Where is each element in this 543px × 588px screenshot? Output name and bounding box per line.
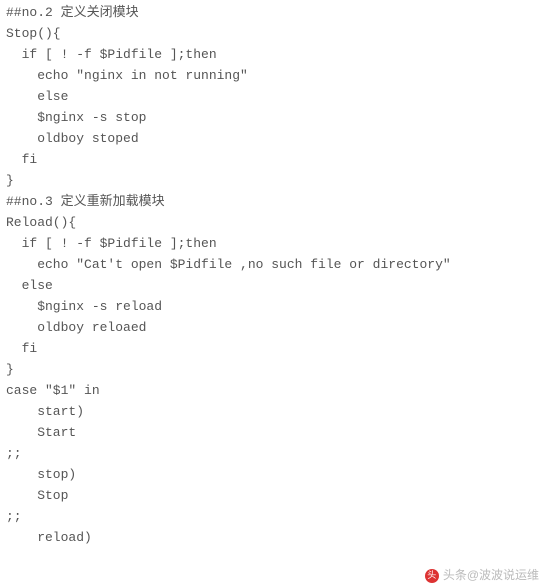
source-attribution: 头 头条@波波说运维: [425, 565, 539, 586]
code-line: echo "nginx in not running": [6, 65, 537, 86]
code-line: }: [6, 359, 537, 380]
toutiao-logo-icon: 头: [425, 569, 439, 583]
code-line: oldboy stoped: [6, 128, 537, 149]
shell-script-code: ##no.2 定义关闭模块Stop(){ if [ ! -f $Pidfile …: [0, 0, 543, 550]
code-line: Start: [6, 422, 537, 443]
code-line: else: [6, 275, 537, 296]
code-line: else: [6, 86, 537, 107]
code-line: }: [6, 170, 537, 191]
code-line: if [ ! -f $Pidfile ];then: [6, 233, 537, 254]
code-line: Stop: [6, 485, 537, 506]
code-line: ##no.3 定义重新加载模块: [6, 191, 537, 212]
source-label: 头条@波波说运维: [443, 565, 539, 586]
code-line: ;;: [6, 506, 537, 527]
code-line: case "$1" in: [6, 380, 537, 401]
code-line: Stop(){: [6, 23, 537, 44]
code-line: $nginx -s reload: [6, 296, 537, 317]
code-line: if [ ! -f $Pidfile ];then: [6, 44, 537, 65]
code-line: echo "Cat't open $Pidfile ,no such file …: [6, 254, 537, 275]
code-line: fi: [6, 338, 537, 359]
code-line: reload): [6, 527, 537, 548]
code-line: Reload(){: [6, 212, 537, 233]
code-line: ##no.2 定义关闭模块: [6, 2, 537, 23]
code-line: start): [6, 401, 537, 422]
code-line: $nginx -s stop: [6, 107, 537, 128]
code-line: stop): [6, 464, 537, 485]
code-line: oldboy reloaed: [6, 317, 537, 338]
code-line: ;;: [6, 443, 537, 464]
code-line: fi: [6, 149, 537, 170]
